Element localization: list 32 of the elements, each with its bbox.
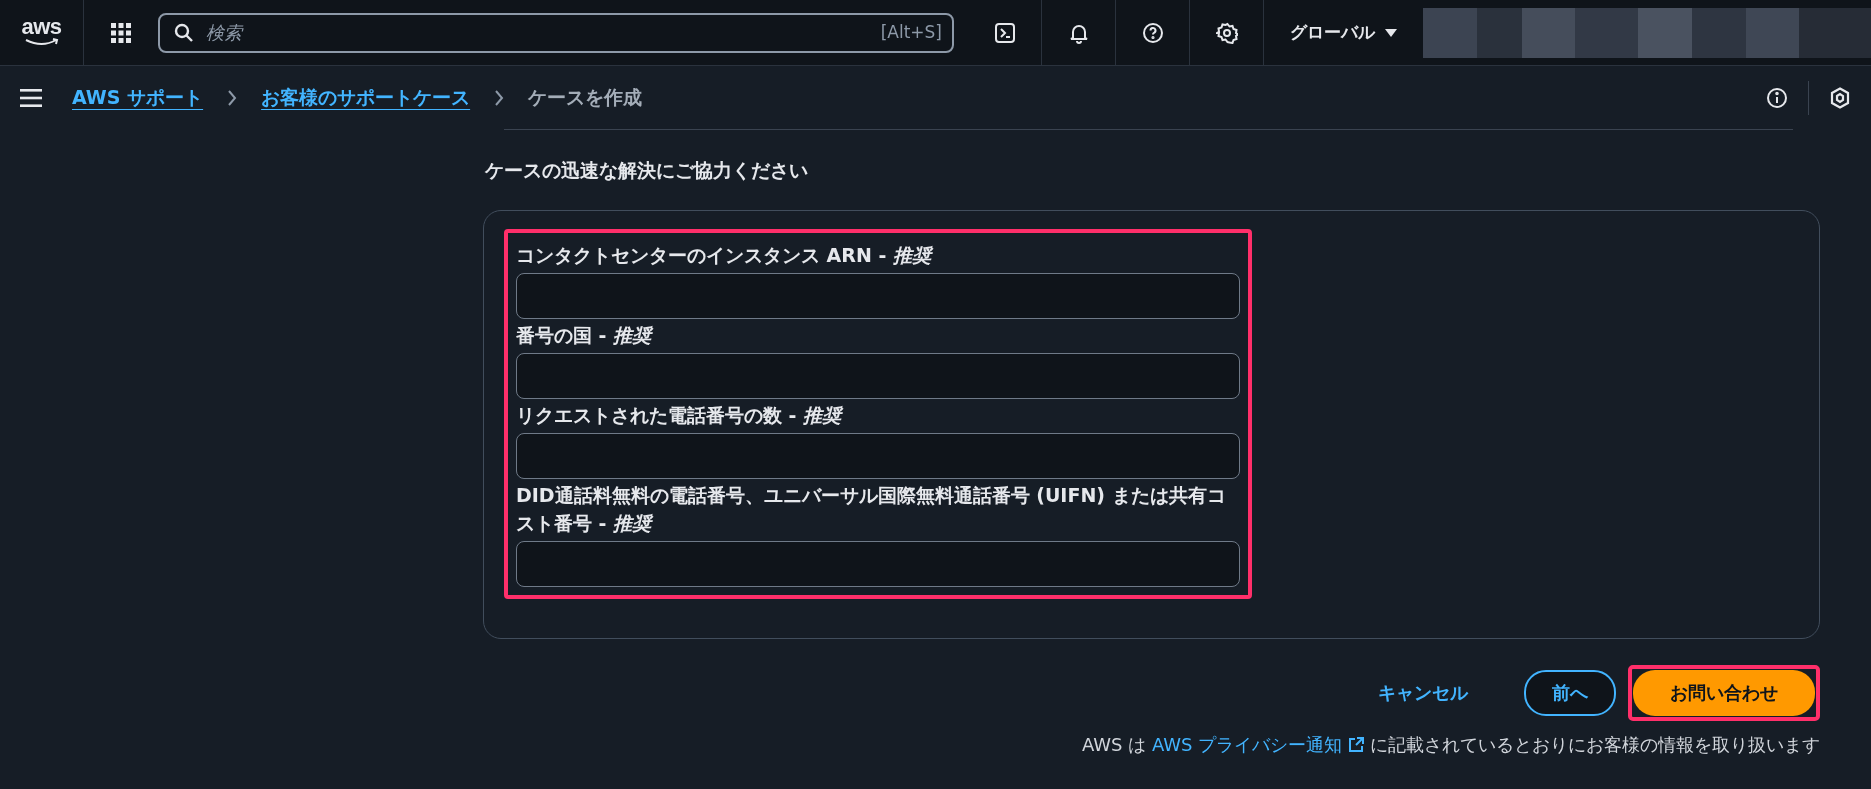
input-field[interactable]: [516, 433, 1240, 479]
input-field[interactable]: [516, 541, 1240, 587]
info-icon[interactable]: [1766, 87, 1788, 109]
input-field[interactable]: [516, 273, 1240, 319]
terminal-icon[interactable]: [993, 21, 1016, 44]
field-label: リクエストされた電話番号の数 - 推奨: [516, 403, 845, 428]
breadcrumb-link[interactable]: お客様のサポートケース: [261, 85, 471, 111]
privacy-notice-text: AWS は AWS プライバシー通知 に記載されているとおりにお客様の情報を取り扱います: [1081, 733, 1820, 757]
help-icon[interactable]: [1141, 21, 1164, 44]
region-menu[interactable]: グローバル: [1264, 0, 1423, 66]
previous-button[interactable]: 前へ: [1524, 670, 1616, 716]
external-link-icon: [1348, 737, 1365, 753]
field-label: コンタクトセンターのインスタンス ARN - 推奨: [516, 241, 1240, 269]
aws-logo[interactable]: aws: [0, 0, 84, 66]
grid-icon[interactable]: [110, 21, 132, 44]
submit-button[interactable]: お問い合わせ: [1633, 670, 1815, 716]
menu-icon[interactable]: [20, 89, 42, 107]
caret-icon: [1385, 28, 1397, 37]
input-field[interactable]: [516, 353, 1240, 399]
chevron-icon: [494, 90, 505, 106]
cancel-link[interactable]: キャンセル: [1358, 671, 1488, 715]
section-heading: ケースの迅速な解決にご協力ください: [485, 158, 809, 183]
field-label: DID通話料無料の電話番号、ユニバーサル国際無料通話番号 (UIFN) または共有コスト番号 - 推奨: [516, 483, 1227, 536]
hexagon-icon[interactable]: [1830, 87, 1850, 109]
breadcrumb-current: ケースを作成: [528, 85, 643, 110]
breadcrumb-link[interactable]: AWS サポート: [72, 85, 204, 111]
chevron-icon: [227, 90, 238, 106]
field-label: 番号の国 - 推奨: [516, 323, 655, 348]
privacy-link[interactable]: AWS プライバシー通知: [1152, 734, 1365, 755]
search-icon: [174, 22, 194, 43]
settings-icon[interactable]: [1215, 21, 1238, 44]
shortcut-hint: [Alt+S]: [880, 21, 942, 42]
